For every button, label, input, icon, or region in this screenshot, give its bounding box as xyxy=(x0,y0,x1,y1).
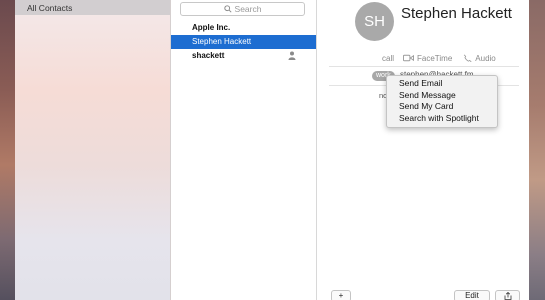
facetime-label: FaceTime xyxy=(417,53,453,63)
email-context-menu: Send Email Send Message Send My Card Sea… xyxy=(386,75,498,128)
phone-icon xyxy=(464,54,472,62)
desktop-wallpaper-right xyxy=(529,0,545,300)
person-icon xyxy=(288,51,296,60)
contact-actions: call FaceTime Audio xyxy=(382,52,522,64)
audio-action[interactable]: Audio xyxy=(461,53,496,63)
menu-item-search-spotlight[interactable]: Search with Spotlight xyxy=(387,113,497,125)
search-field[interactable]: Search xyxy=(180,2,305,16)
call-label: call xyxy=(382,53,395,63)
video-camera-icon xyxy=(403,54,415,62)
contact-list: Search Apple Inc. Stephen Hackett shacke… xyxy=(171,0,317,300)
add-contact-button[interactable]: + xyxy=(331,290,351,300)
sidebar-item-all-contacts[interactable]: All Contacts xyxy=(15,0,170,15)
contact-name: shackett xyxy=(192,51,225,60)
search-placeholder: Search xyxy=(234,4,262,14)
menu-item-send-email[interactable]: Send Email xyxy=(387,78,497,90)
menu-item-send-my-card[interactable]: Send My Card xyxy=(387,101,497,113)
share-icon xyxy=(504,291,511,300)
contact-name-heading: Stephen Hackett xyxy=(401,5,512,22)
search-icon xyxy=(223,5,232,13)
groups-sidebar: All Contacts xyxy=(15,0,171,300)
avatar-initials: SH xyxy=(364,13,385,30)
contact-row-selected[interactable]: Stephen Hackett xyxy=(171,35,316,49)
contact-row[interactable]: Apple Inc. xyxy=(171,21,316,35)
menu-item-send-message[interactable]: Send Message xyxy=(387,90,497,102)
divider xyxy=(329,66,519,67)
audio-label: Audio xyxy=(475,53,496,63)
facetime-action[interactable]: FaceTime xyxy=(403,54,452,63)
sidebar-item-label: All Contacts xyxy=(27,3,73,13)
avatar[interactable]: SH xyxy=(355,2,394,41)
share-button[interactable] xyxy=(495,290,520,300)
contact-row[interactable]: shackett xyxy=(171,49,316,63)
contact-name: Stephen Hackett xyxy=(192,37,252,46)
contact-detail-card: SH Stephen Hackett call FaceTime Audio w… xyxy=(317,0,529,300)
desktop-wallpaper-left xyxy=(0,0,15,300)
edit-button[interactable]: Edit xyxy=(454,290,490,300)
contact-name: Apple Inc. xyxy=(192,23,231,32)
call-action[interactable]: call xyxy=(382,54,394,63)
